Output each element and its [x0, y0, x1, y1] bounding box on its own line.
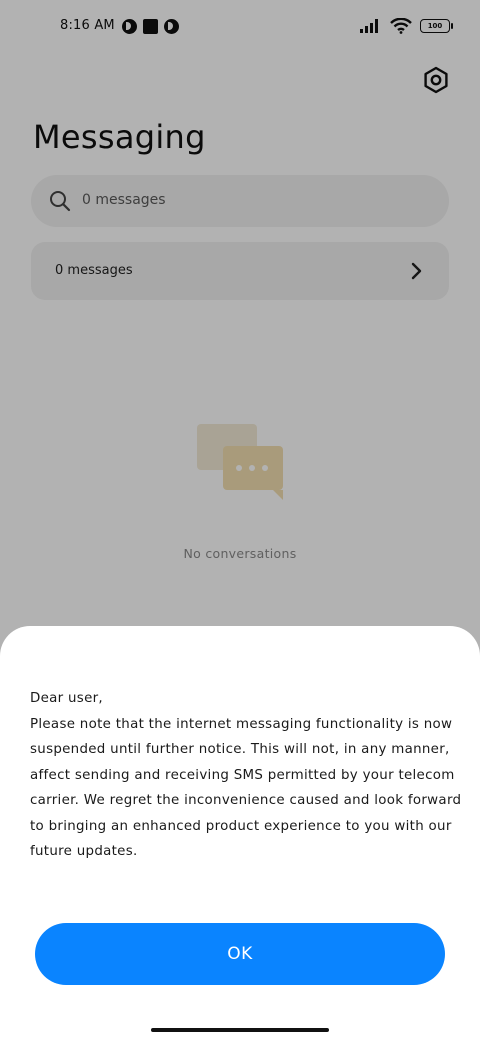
notice-greeting: Dear user, [30, 691, 103, 706]
home-indicator[interactable] [151, 1028, 329, 1032]
notice-dialog: Dear user, Please note that the internet… [0, 626, 480, 1040]
notice-body: Please note that the internet messaging … [30, 716, 462, 860]
ok-button[interactable]: OK [35, 923, 445, 985]
notice-message: Dear user, Please note that the internet… [30, 686, 470, 865]
